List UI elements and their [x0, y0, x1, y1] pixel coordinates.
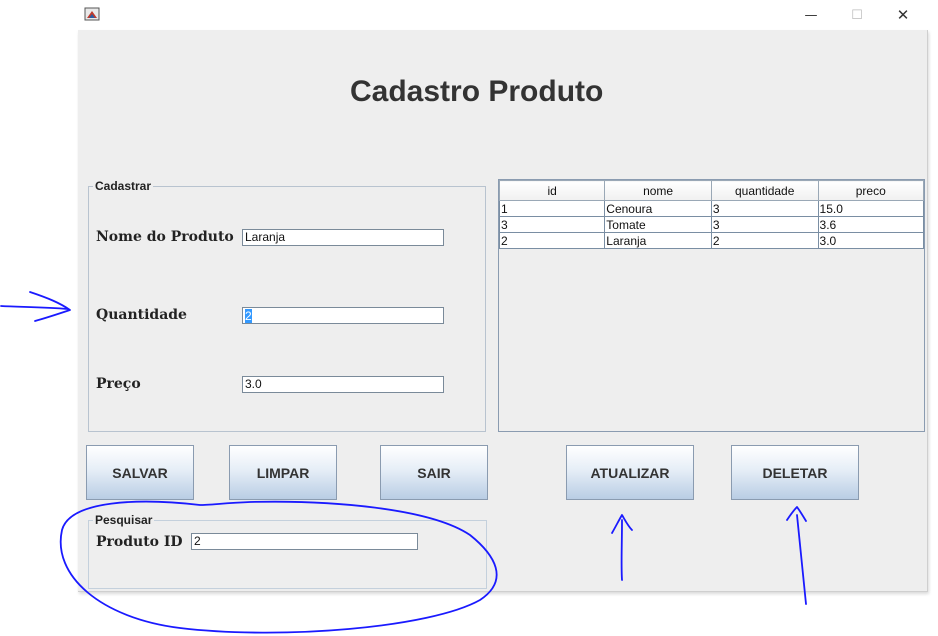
java-app-icon [84, 7, 100, 21]
preco-label: Preço [96, 376, 141, 392]
table-cell-quantidade: 2 [710, 232, 819, 249]
produto-id-label: Produto ID [96, 534, 183, 550]
produto-id-field[interactable] [191, 533, 418, 550]
close-icon: ✕ [896, 6, 910, 24]
quantidade-selected-value: 2 [245, 309, 252, 323]
atualizar-button[interactable]: ATUALIZAR [566, 445, 694, 500]
cadastrar-legend: Cadastrar [93, 179, 154, 193]
table-cell-quantidade: 3 [710, 200, 819, 217]
table-row[interactable]: 1 Cenoura 3 15.0 [498, 200, 925, 217]
quantidade-field[interactable]: 2 [242, 307, 444, 324]
table-cell-nome: Cenoura [604, 200, 712, 217]
produtos-table[interactable]: id nome quantidade preco 1 Cenoura 3 15.0 3 Toma… [498, 180, 925, 249]
minimize-button[interactable]: — [788, 0, 834, 30]
table-header-row: id nome quantidade preco [498, 180, 925, 201]
column-header-nome[interactable]: nome [604, 180, 712, 201]
sair-button[interactable]: SAIR [380, 445, 488, 500]
nome-produto-field[interactable] [242, 229, 444, 246]
table-cell-nome: Laranja [604, 232, 712, 249]
maximize-icon: ☐ [851, 7, 863, 23]
table-cell-preco: 15.0 [817, 200, 925, 217]
table-cell-preco: 3.6 [817, 216, 925, 233]
column-header-preco[interactable]: preco [817, 180, 925, 201]
table-cell-preco: 3.0 [817, 232, 925, 249]
table-cell-id: 2 [498, 232, 606, 249]
table-cell-nome: Tomate [604, 216, 712, 233]
table-cell-id: 1 [498, 200, 606, 217]
table-cell-quantidade: 3 [710, 216, 819, 233]
maximize-button[interactable]: ☐ [834, 0, 880, 30]
produtos-table-panel: id nome quantidade preco 1 Cenoura 3 15.0 3 Toma… [498, 179, 925, 432]
nome-produto-label: Nome do Produto [96, 229, 234, 245]
column-header-id[interactable]: id [498, 180, 606, 201]
preco-field[interactable] [242, 376, 444, 393]
arrow-to-quantidade [0, 291, 71, 322]
page-title: Cadastro Produto [350, 75, 604, 108]
deletar-button[interactable]: DELETAR [731, 445, 859, 500]
table-row[interactable]: 2 Laranja 2 3.0 [498, 232, 925, 249]
quantidade-label: Quantidade [96, 307, 187, 323]
pesquisar-legend: Pesquisar [93, 513, 155, 527]
minimize-icon: — [804, 7, 818, 23]
table-row[interactable]: 3 Tomate 3 3.6 [498, 216, 925, 233]
pesquisar-groupbox [88, 520, 487, 589]
limpar-button[interactable]: LIMPAR [229, 445, 337, 500]
table-cell-id: 3 [498, 216, 606, 233]
salvar-button[interactable]: SALVAR [86, 445, 194, 500]
close-button[interactable]: ✕ [880, 0, 926, 30]
column-header-quantidade[interactable]: quantidade [710, 180, 819, 201]
